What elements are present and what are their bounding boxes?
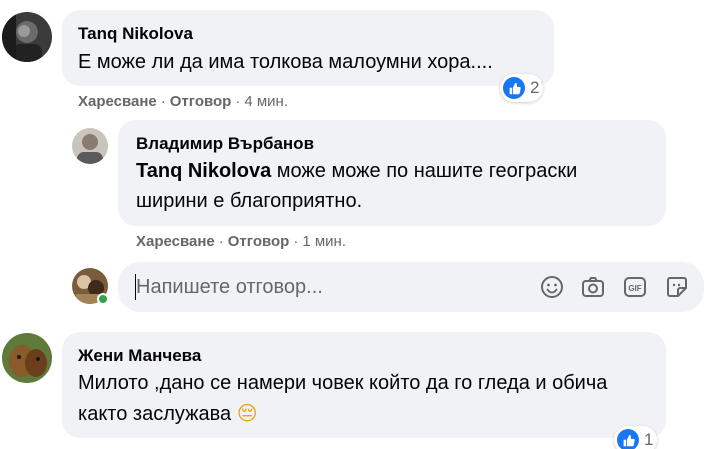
avatar[interactable] — [72, 128, 108, 164]
reaction-badge[interactable]: 2 — [500, 74, 544, 102]
sticker-icon[interactable] — [663, 273, 691, 301]
separator: · — [218, 233, 224, 250]
like-icon — [617, 429, 639, 449]
like-button[interactable]: Харесване — [78, 93, 157, 110]
avatar[interactable] — [2, 12, 52, 62]
comment-time[interactable]: 4 мин. — [244, 93, 288, 110]
reply-actions: Харесване · Отговор · 1 мин. — [136, 233, 346, 250]
separator: · — [160, 93, 166, 110]
comment-text: Милото ,дано се намери човек който да го… — [78, 368, 638, 429]
comment-actions: Харесване · Отговор · 4 мин. — [78, 93, 288, 110]
reaction-badge[interactable]: 1 — [614, 426, 658, 449]
reply-text-line-1: може може по нашите геограски — [271, 160, 578, 182]
comment-author[interactable]: Жени Манчева — [78, 346, 201, 366]
svg-text:GIF: GIF — [628, 284, 641, 293]
comment-text: Е може ли да има толкова малоумни хора..… — [78, 51, 493, 73]
pensive-face-emoji: 😔 — [236, 401, 258, 425]
reply-button[interactable]: Отговор — [228, 233, 290, 250]
reply-text-line-2: ширини е благоприятно. — [136, 190, 363, 212]
reply-input[interactable] — [136, 273, 516, 301]
comment-author[interactable]: Tanq Nikolova — [78, 24, 193, 44]
reaction-count: 1 — [644, 430, 654, 449]
emoji-icon[interactable] — [538, 273, 566, 301]
reply-time[interactable]: 1 мин. — [302, 233, 346, 250]
reply-text: Tanq Nikolova може може по нашите геогра… — [136, 156, 656, 216]
reply-button[interactable]: Отговор — [170, 93, 232, 110]
reply-author[interactable]: Владимир Върбанов — [136, 134, 314, 154]
like-icon — [503, 77, 525, 99]
online-status-dot — [97, 293, 109, 305]
separator: · — [293, 233, 299, 250]
comment-text-body: Милото ,дано се намери човек който да го… — [78, 372, 608, 425]
reply-composer: GIF — [118, 262, 704, 312]
gif-icon[interactable]: GIF — [621, 273, 649, 301]
like-button[interactable]: Харесване — [136, 233, 215, 250]
camera-icon[interactable] — [579, 273, 607, 301]
separator: · — [235, 93, 241, 110]
mention-link[interactable]: Tanq Nikolova — [136, 160, 271, 182]
reaction-count: 2 — [530, 78, 540, 97]
avatar[interactable] — [2, 333, 52, 383]
